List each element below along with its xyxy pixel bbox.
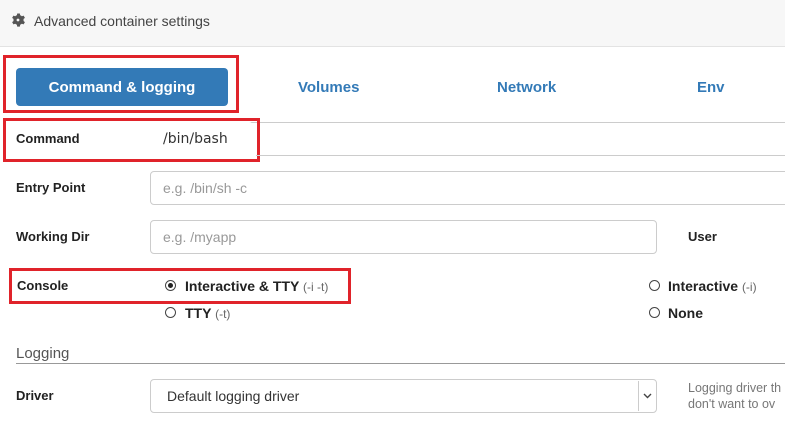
radio-label-interactive-tty: Interactive & TTY (-i -t) (185, 278, 329, 294)
tab-volumes[interactable]: Volumes (298, 79, 359, 96)
working-dir-label: Working Dir (16, 229, 90, 244)
driver-help-text: Logging driver th don't want to ov (688, 380, 785, 412)
tabs-divider (238, 122, 785, 123)
radio-interactive[interactable] (649, 280, 660, 291)
logging-divider (16, 363, 785, 364)
radio-interactive-tty[interactable] (165, 280, 176, 291)
tab-command-logging[interactable]: Command & logging (16, 68, 228, 106)
panel-title: Advanced container settings (34, 13, 210, 29)
command-label: Command (16, 131, 80, 146)
entry-point-label: Entry Point (16, 180, 86, 195)
radio-none[interactable] (649, 307, 660, 318)
user-label: User (688, 229, 717, 244)
tab-network[interactable]: Network (497, 79, 556, 96)
driver-help-line-2: don't want to ov (688, 397, 776, 411)
radio-label-interactive: Interactive (-i) (668, 278, 757, 294)
driver-label: Driver (16, 388, 54, 403)
chevron-down-icon (638, 381, 655, 411)
driver-help-line-1: Logging driver th (688, 381, 782, 395)
command-input[interactable]: /bin/bash (150, 122, 253, 156)
command-input-border (256, 155, 785, 156)
radio-label-none: None (668, 305, 703, 321)
console-label: Console (17, 278, 69, 293)
logging-driver-select[interactable]: Default logging driver (150, 379, 657, 413)
entry-point-input[interactable]: e.g. /bin/sh -c (150, 171, 785, 205)
tab-env[interactable]: Env (697, 79, 725, 96)
gear-icon (12, 13, 25, 27)
radio-tty[interactable] (165, 307, 176, 318)
working-dir-input[interactable]: e.g. /myapp (150, 220, 657, 254)
radio-label-tty: TTY (-t) (185, 305, 231, 321)
logging-driver-value: Default logging driver (167, 388, 300, 404)
logging-section-title: Logging (16, 345, 70, 362)
